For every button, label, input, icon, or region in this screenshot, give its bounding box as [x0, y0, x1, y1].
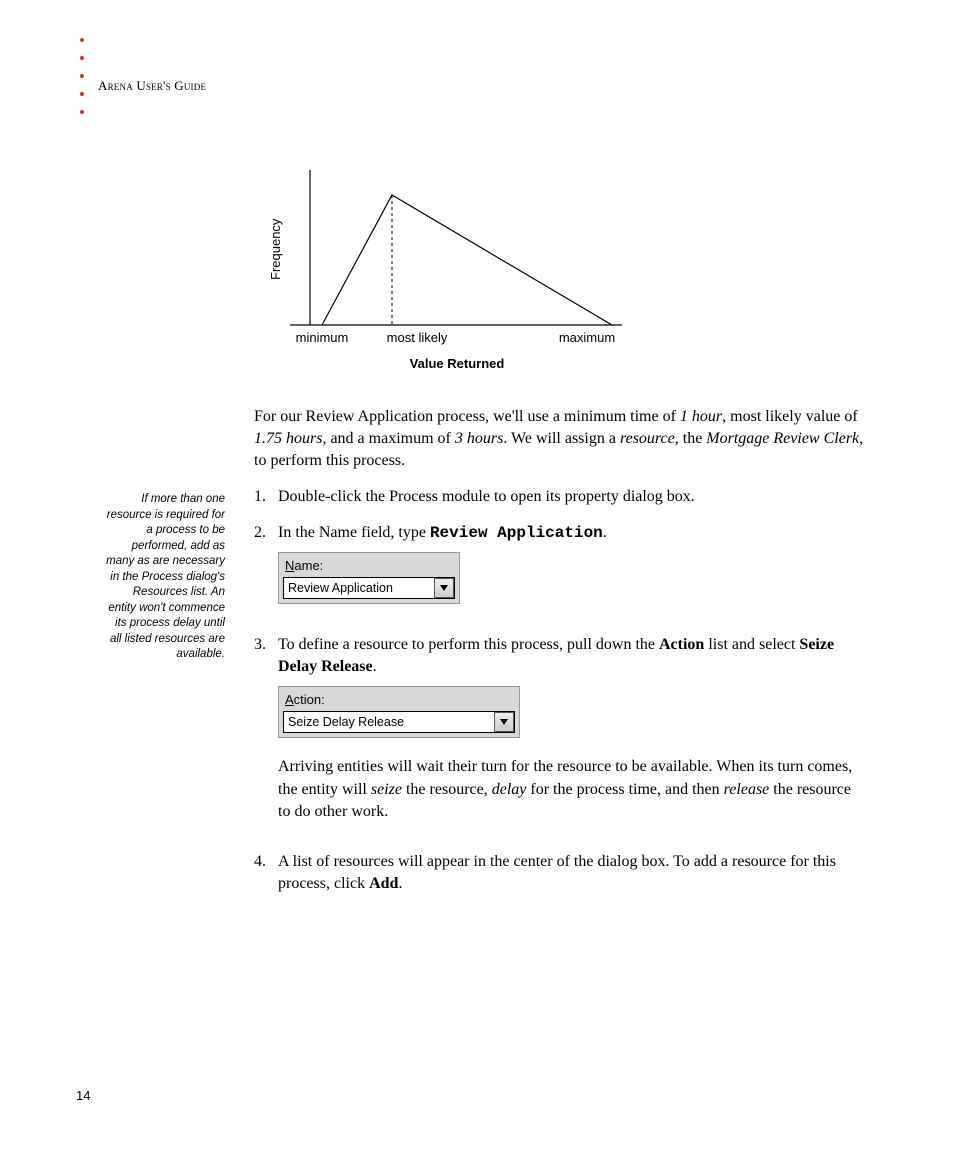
value-max: 3 hours	[455, 430, 503, 447]
margin-bullets	[80, 38, 84, 128]
text: for the process time, and then	[526, 781, 723, 798]
list-item: 1. Double-click the Process module to op…	[254, 486, 864, 508]
text: A list of resources will appear in the c…	[278, 853, 836, 892]
y-axis-label: Frequency	[268, 218, 283, 280]
resource-term: resource	[620, 430, 675, 447]
ui-term: Action	[659, 636, 704, 653]
step-body: A list of resources will appear in the c…	[278, 851, 864, 895]
bullet-icon	[80, 92, 84, 96]
text: .	[398, 875, 402, 892]
document-page: Arena User's Guide Frequency minimum mos…	[0, 0, 954, 1163]
text: , most likely value of	[722, 408, 858, 425]
triangular-distribution-chart: Frequency minimum most likely maximum Va…	[262, 160, 632, 390]
value-mode: 1.75 hours	[254, 430, 322, 447]
action-field-value: Seize Delay Release	[284, 714, 494, 731]
step-number: 3.	[254, 634, 278, 836]
action-combobox[interactable]: Seize Delay Release	[283, 711, 515, 733]
text: , and a maximum of	[322, 430, 454, 447]
x-tick-max: maximum	[559, 330, 615, 345]
bullet-icon	[80, 110, 84, 114]
name-field-screenshot: Name: Review Application	[278, 552, 864, 604]
text: For our Review Application process, we'l…	[254, 408, 680, 425]
text: . We will assign a	[503, 430, 620, 447]
triangular-pdf-line	[322, 195, 612, 325]
step-body: Double-click the Process module to open …	[278, 486, 864, 508]
dropdown-button[interactable]	[434, 578, 454, 598]
list-item: 3. To define a resource to perform this …	[254, 634, 864, 836]
text: list and select	[704, 636, 799, 653]
term-delay: delay	[492, 781, 527, 798]
text: .	[603, 524, 607, 541]
step-number: 1.	[254, 486, 278, 508]
mnemonic: N	[285, 558, 294, 573]
text: In the Name field, type	[278, 524, 430, 541]
bullet-icon	[80, 38, 84, 42]
mnemonic: A	[285, 692, 294, 707]
dropdown-button[interactable]	[494, 712, 514, 732]
text: , the	[675, 430, 707, 447]
text: To define a resource to perform this pro…	[278, 636, 659, 653]
step-number: 4.	[254, 851, 278, 895]
x-axis-label: Value Returned	[410, 356, 505, 371]
label-rest: ame:	[294, 558, 323, 573]
margin-note: If more than one resource is required fo…	[103, 492, 225, 663]
term-release: release	[724, 781, 770, 798]
intro-paragraph: For our Review Application process, we'l…	[254, 406, 864, 472]
name-combobox[interactable]: Review Application	[283, 577, 455, 599]
page-number: 14	[76, 1088, 90, 1103]
text: .	[373, 658, 377, 675]
step-body: In the Name field, type Review Applicati…	[278, 522, 864, 620]
value-min: 1 hour	[680, 408, 722, 425]
chevron-down-icon	[440, 585, 448, 591]
main-content: For our Review Application process, we'l…	[254, 406, 864, 909]
term-seize: seize	[371, 781, 402, 798]
running-header: Arena User's Guide	[98, 78, 206, 94]
label-rest: ction:	[294, 692, 325, 707]
resource-name: Mortgage Review Clerk	[706, 430, 859, 447]
x-tick-mode: most likely	[387, 330, 448, 345]
name-field-value: Review Application	[284, 580, 434, 597]
step-number: 2.	[254, 522, 278, 620]
action-field-screenshot: Action: Seize Delay Release	[278, 686, 864, 738]
steps-list: 1. Double-click the Process module to op…	[254, 486, 864, 895]
list-item: 4. A list of resources will appear in th…	[254, 851, 864, 895]
text: the resource,	[402, 781, 492, 798]
bullet-icon	[80, 56, 84, 60]
chevron-down-icon	[500, 719, 508, 725]
step-body: To define a resource to perform this pro…	[278, 634, 864, 836]
bullet-icon	[80, 74, 84, 78]
list-item: 2. In the Name field, type Review Applic…	[254, 522, 864, 620]
input-value: Review Application	[430, 524, 603, 542]
button-name: Add	[369, 875, 398, 892]
x-tick-min: minimum	[296, 330, 349, 345]
